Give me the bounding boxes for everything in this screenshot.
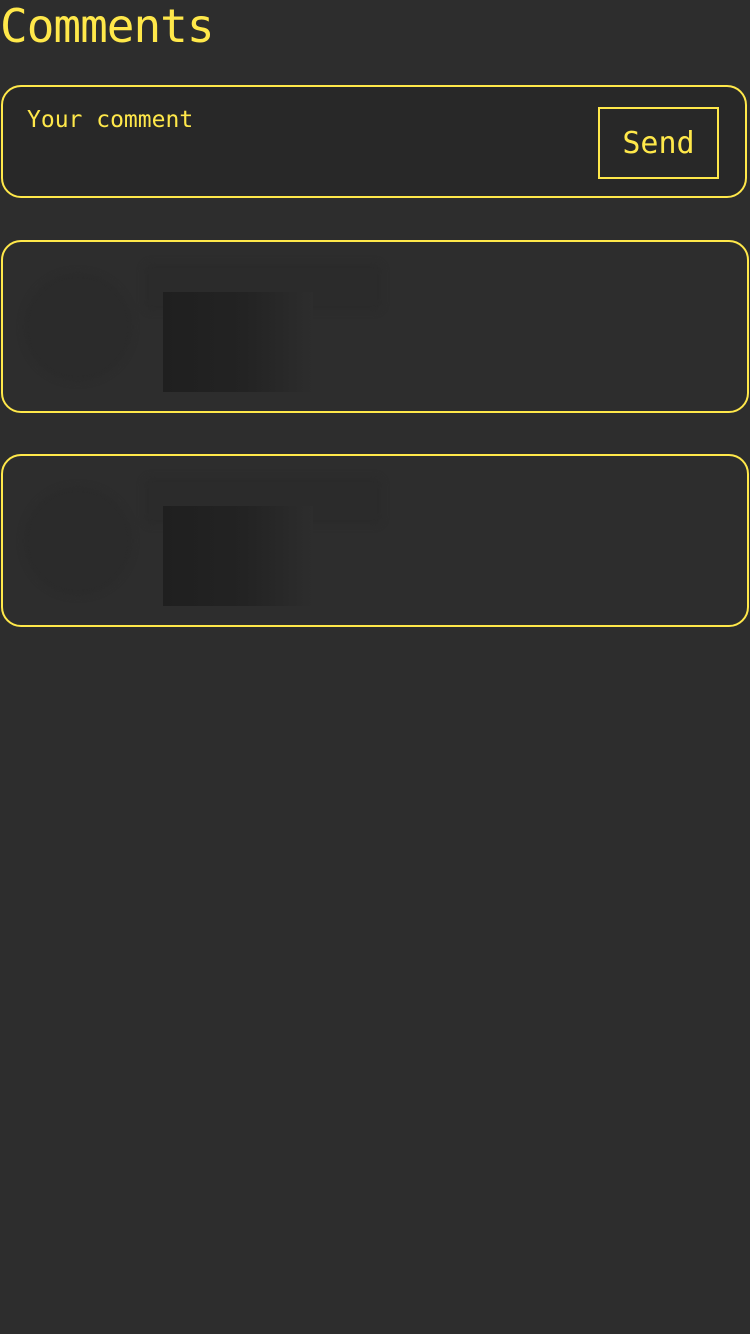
comment-skeleton-card (1, 454, 749, 627)
content-placeholder (163, 506, 313, 606)
avatar-placeholder (23, 486, 133, 596)
comment-skeleton-card (1, 240, 749, 413)
send-button[interactable]: Send (598, 107, 719, 179)
page-title: Comments (0, 0, 215, 53)
comment-input[interactable] (27, 105, 567, 185)
comment-form: Your comment Send (1, 85, 747, 198)
content-placeholder (163, 292, 313, 392)
avatar-placeholder (23, 272, 133, 382)
